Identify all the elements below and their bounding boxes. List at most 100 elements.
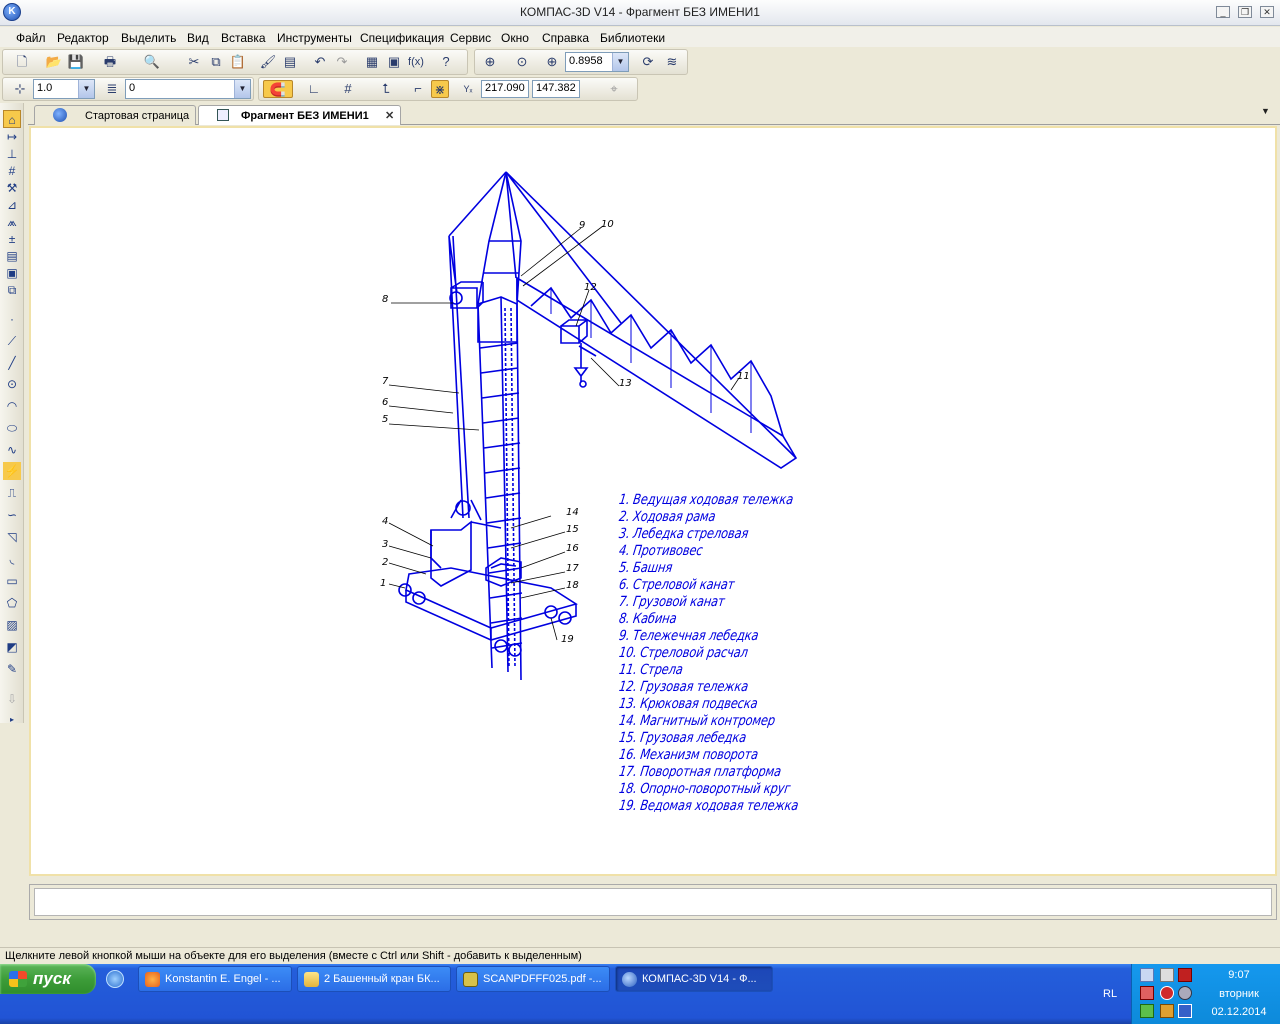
geometry-icon[interactable]: ⌂ (3, 110, 21, 128)
auto-line-icon[interactable]: ⚡ (3, 462, 21, 480)
menu-edit[interactable]: Редактор (57, 31, 109, 45)
update-icon[interactable] (1178, 986, 1192, 1000)
arc-icon[interactable]: ◠ (3, 397, 21, 415)
menu-file[interactable]: Файл (16, 31, 46, 45)
security-icon[interactable] (1160, 986, 1174, 1000)
close-tab-icon[interactable]: ✕ (385, 109, 394, 122)
fragment-library-icon[interactable]: ⧉ (3, 281, 21, 299)
round-coords-icon[interactable]: ⋇ (431, 80, 449, 98)
menu-specification[interactable]: Спецификация (360, 31, 444, 45)
drawing-canvas[interactable]: 8 7 6 5 4 3 2 1 9 10 11 12 13 14 15 16 1… (29, 126, 1277, 876)
polygon-icon[interactable]: ⬠ (3, 594, 21, 612)
aux-line-icon[interactable]: ⟋ (3, 332, 21, 350)
taskbar-button-pdf[interactable]: SCANPDFFF025.pdf -... (456, 966, 610, 992)
volume-icon[interactable] (1160, 1004, 1174, 1018)
flag-icon[interactable] (1140, 986, 1154, 1000)
bezier-icon[interactable]: ∽ (3, 506, 21, 524)
new-document-icon[interactable]: 🗋 (13, 53, 31, 71)
collection-icon[interactable]: ⇩ (3, 690, 21, 708)
menu-service[interactable]: Сервис (450, 31, 491, 45)
snap-magnet-icon[interactable]: 🧲 (263, 80, 293, 98)
language-indicator[interactable]: RL (1103, 988, 1117, 1000)
designations-icon[interactable]: ⊥ (3, 145, 21, 163)
edit-icon[interactable]: # (3, 162, 21, 180)
zoom-combo[interactable]: 0.8958 ▼ (565, 52, 629, 72)
menu-view[interactable]: Вид (187, 31, 209, 45)
local-cs-icon[interactable]: ⊹ (11, 80, 29, 98)
spec-icon[interactable]: ± (3, 230, 21, 248)
format-brush-icon[interactable]: 🖌 (259, 53, 277, 71)
select-icon[interactable]: ⩕ (3, 213, 21, 231)
dimensions-icon[interactable]: ↦ (3, 128, 21, 146)
display-icon[interactable] (1178, 1004, 1192, 1018)
chevron-down-icon[interactable]: ▼ (234, 80, 250, 98)
properties-icon[interactable]: ▤ (281, 53, 299, 71)
menu-libraries[interactable]: Библиотеки (600, 31, 665, 45)
menu-select[interactable]: Выделить (121, 31, 176, 45)
redo-icon[interactable]: ↷ (333, 53, 351, 71)
taskbar-button-kompas[interactable]: КОМПАС-3D V14 - Ф... (615, 966, 773, 992)
spline-icon[interactable]: ∿ (3, 441, 21, 459)
manager-icon[interactable]: ▦ (363, 53, 381, 71)
circle-icon[interactable]: ⊙ (3, 375, 21, 393)
contour-icon[interactable]: ✎ (3, 660, 21, 678)
menu-tools[interactable]: Инструменты (277, 31, 352, 45)
taskbar-button-folder[interactable]: 2 Башенный кран БК... (297, 966, 451, 992)
open-icon[interactable]: 📂 (45, 53, 63, 71)
insert-icon[interactable]: ▣ (3, 264, 21, 282)
ortho-mode-icon[interactable]: ⌐ (409, 80, 427, 98)
zoom-in-icon[interactable]: ⊕ (543, 53, 561, 71)
tab-start-page[interactable]: Стартовая страница (34, 105, 196, 125)
cut-icon[interactable]: ✂ (185, 53, 203, 71)
cursor-settings-icon[interactable]: ⌖ (605, 80, 623, 98)
rectangle-icon[interactable]: ▭ (3, 572, 21, 590)
chevron-down-icon[interactable]: ▼ (78, 80, 94, 98)
axis-icon[interactable]: ⮤ (377, 80, 395, 98)
tab-fragment[interactable]: Фрагмент БЕЗ ИМЕНИ1 ✕ (198, 105, 401, 125)
minimize-icon[interactable]: _ (1216, 6, 1230, 18)
expand-arrow-icon[interactable]: ▸ (3, 711, 21, 729)
measure-icon[interactable]: ⊿ (3, 196, 21, 214)
zoom-all-icon[interactable]: ⊙ (513, 53, 531, 71)
hatch-icon[interactable]: ▨ (3, 616, 21, 634)
ie-quicklaunch-icon[interactable] (106, 970, 124, 988)
grid-icon[interactable]: # (339, 80, 357, 98)
preview-icon[interactable]: 🔍 (143, 53, 161, 71)
menu-window[interactable]: Окно (501, 31, 529, 45)
fill-icon[interactable]: ◩ (3, 638, 21, 656)
copy-icon[interactable]: ⧉ (207, 53, 225, 71)
restore-icon[interactable]: ❐ (1238, 6, 1252, 18)
layer-combo[interactable]: 0 ▼ (125, 79, 251, 99)
taskbar-button-browser[interactable]: Konstantin E. Engel - ... (138, 966, 292, 992)
variables-icon[interactable]: f(x) (407, 53, 425, 71)
paste-icon[interactable]: 📋 (229, 53, 247, 71)
refresh-icon[interactable]: ⟳ (639, 53, 657, 71)
point-icon[interactable]: · (3, 310, 21, 328)
printer-icon[interactable] (1160, 968, 1174, 982)
library-icon[interactable]: ▣ (385, 53, 403, 71)
coord-x-field[interactable]: 217.090 (481, 80, 529, 98)
properties-panel-body[interactable] (34, 888, 1272, 916)
close-icon[interactable]: ✕ (1260, 6, 1274, 18)
print-icon[interactable]: 🖶 (101, 53, 119, 71)
network-icon[interactable] (1140, 968, 1154, 982)
fillet-icon[interactable]: ◟ (3, 550, 21, 568)
safely-remove-icon[interactable] (1140, 1004, 1154, 1018)
reports-icon[interactable]: ▤ (3, 247, 21, 265)
tab-list-chevron-icon[interactable]: ▼ (1261, 106, 1270, 116)
polyline-icon[interactable]: ⎍ (3, 484, 21, 502)
layers-icon[interactable]: ≋ (663, 53, 681, 71)
help-cursor-icon[interactable]: ? (437, 53, 455, 71)
layer-icon[interactable]: ≣ (103, 80, 121, 98)
segment-icon[interactable]: ╱ (3, 354, 21, 372)
clock-time[interactable]: 9:07 (1202, 969, 1276, 981)
chamfer-icon[interactable]: ◹ (3, 528, 21, 546)
save-icon[interactable]: 💾 (67, 53, 85, 71)
undo-icon[interactable]: ↶ (311, 53, 329, 71)
ellipse-icon[interactable]: ⬭ (3, 419, 21, 437)
antivirus-icon[interactable] (1178, 968, 1192, 982)
menu-help[interactable]: Справка (542, 31, 589, 45)
parametrization-icon[interactable]: ⚒ (3, 179, 21, 197)
orthogonal-icon[interactable]: ∟ (305, 80, 323, 98)
coord-y-field[interactable]: 147.382 (532, 80, 580, 98)
